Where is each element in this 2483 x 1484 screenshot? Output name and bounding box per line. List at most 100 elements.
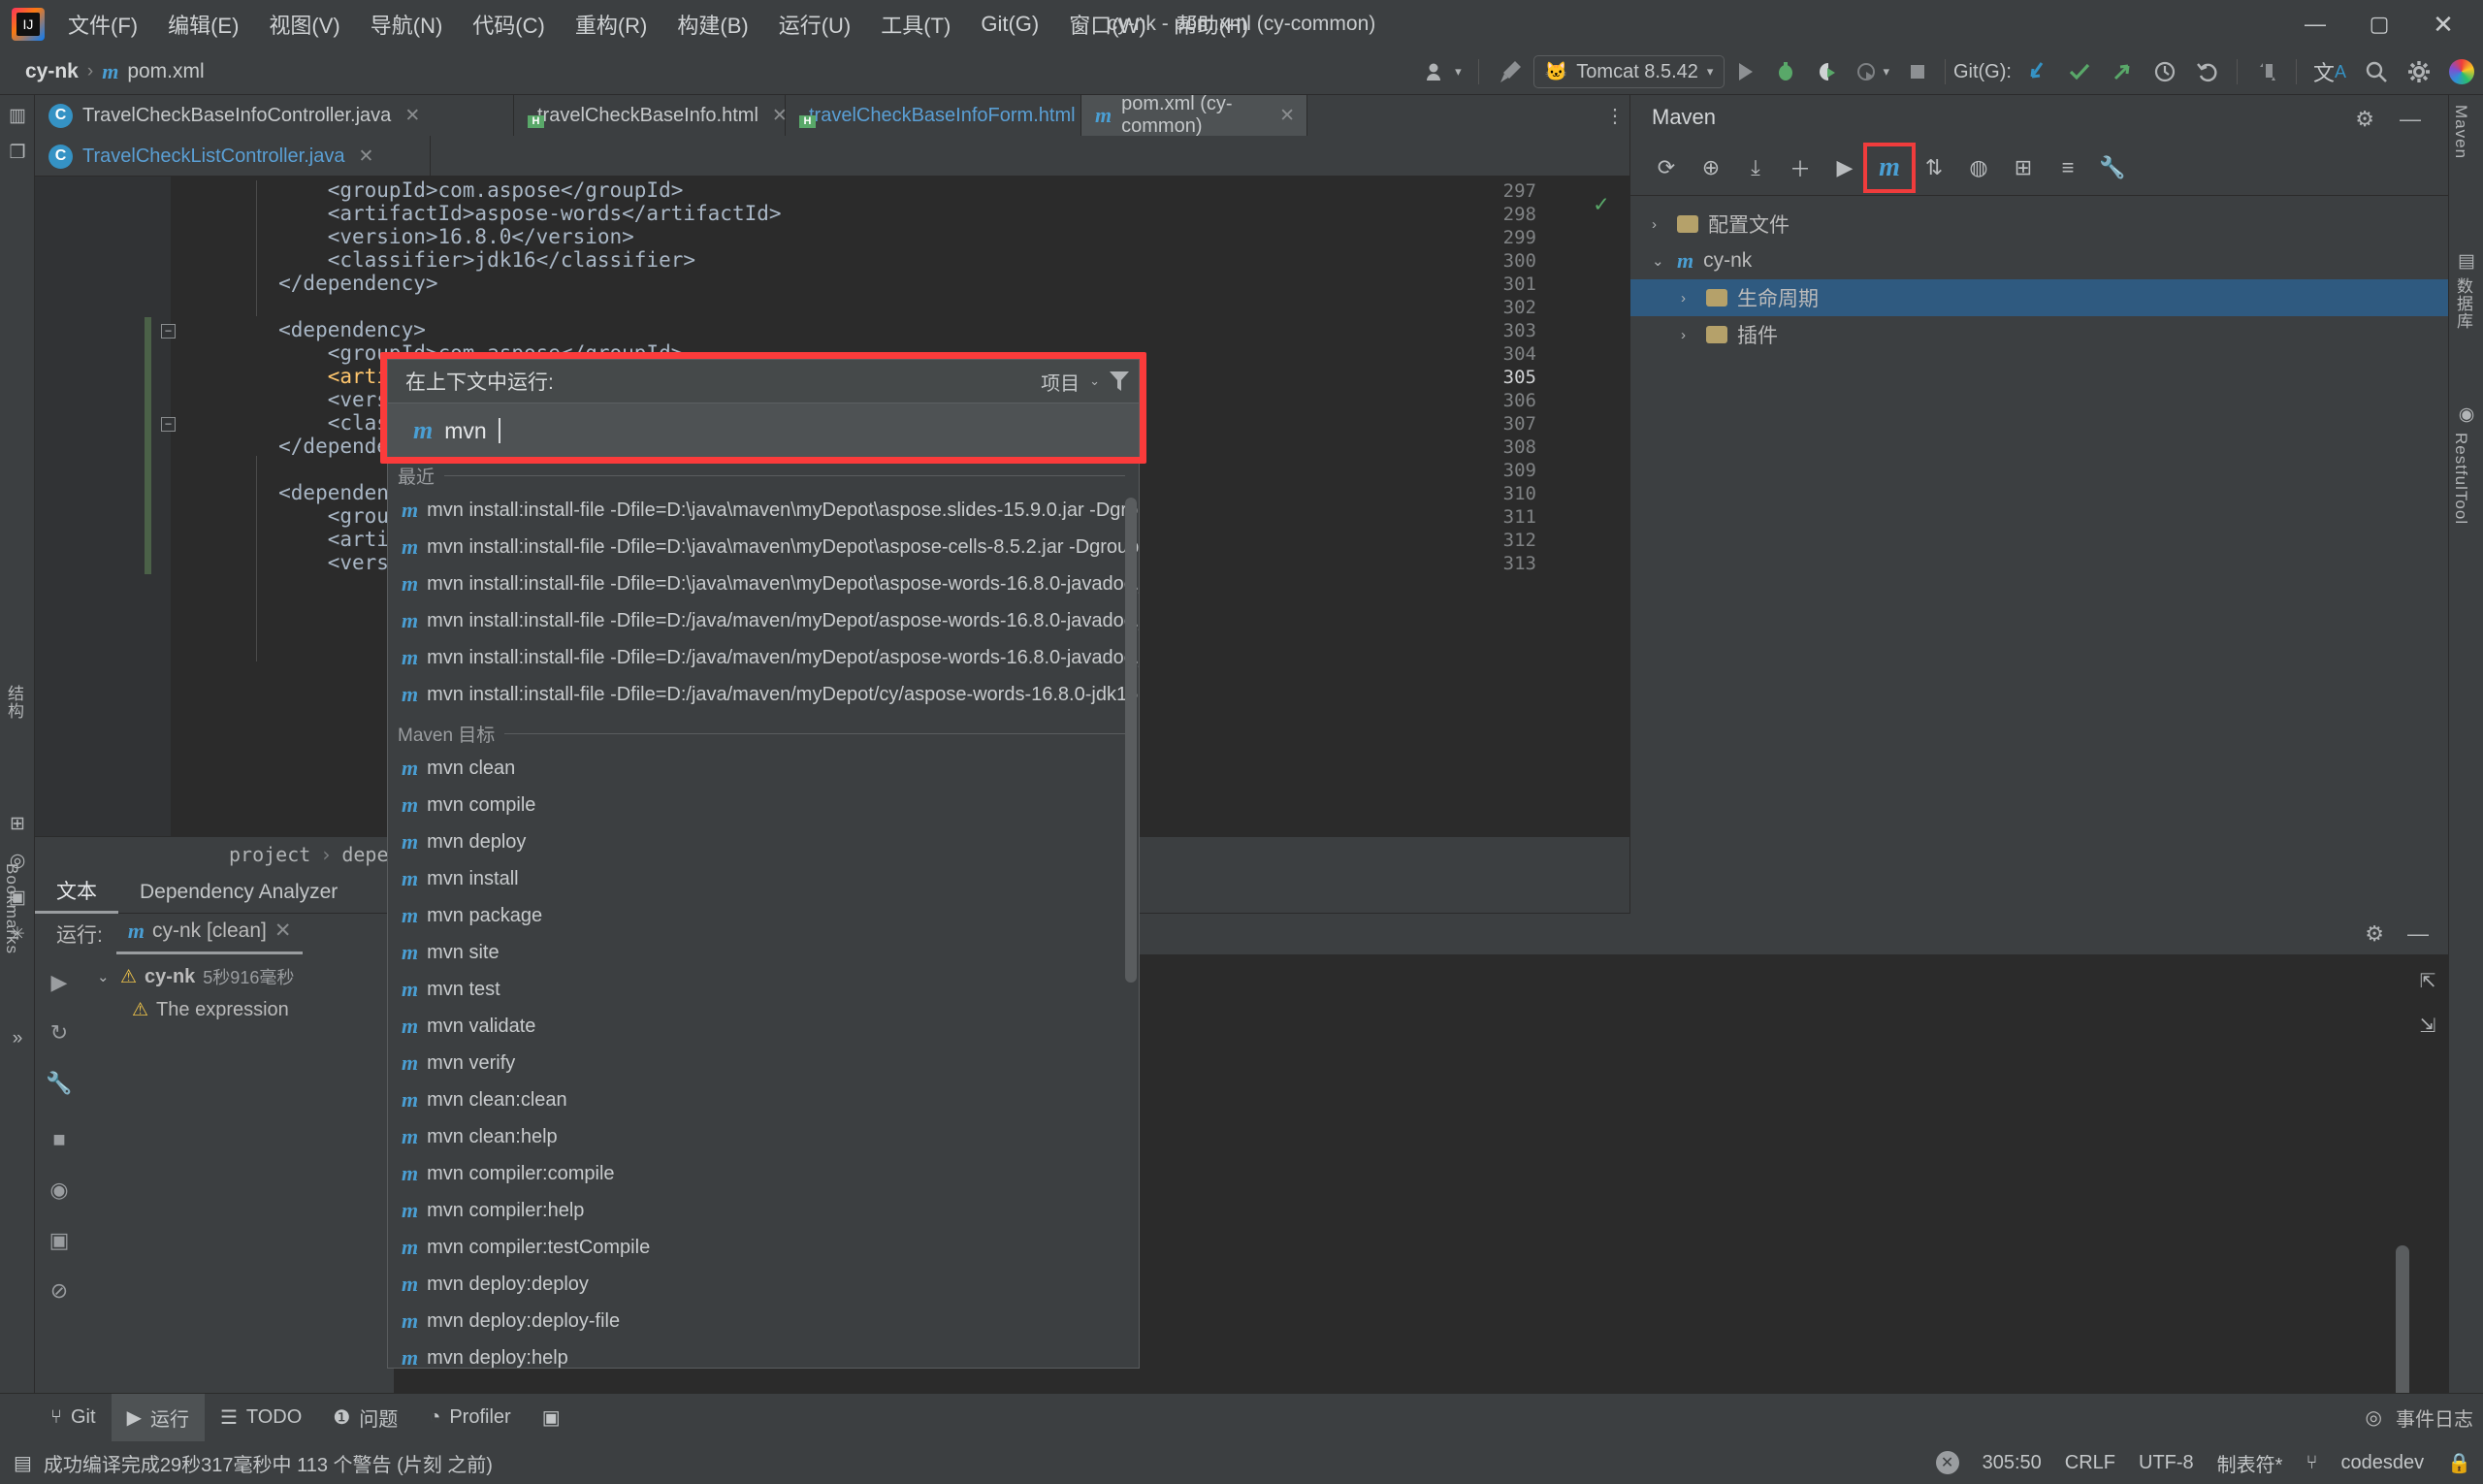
list-item[interactable]: m mvn install:install-file -Dfile=D:/java… [388,639,1139,676]
rerun-play-icon[interactable]: ▶ [51,970,68,995]
list-item[interactable]: m mvn site [388,934,1139,971]
inspection-error-icon[interactable]: ✕ [1935,1451,1959,1474]
list-item[interactable]: m mvn test [388,971,1139,1008]
run-button[interactable] [1725,48,1765,95]
editor-tab-travelcheckbaseinfo-html[interactable]: H travelCheckBaseInfo.html ✕ [514,95,788,136]
git-rollback-icon[interactable] [2186,48,2229,95]
editor-tab-pom-xml[interactable]: m pom.xml (cy-common) ✕ [1081,93,1307,137]
sidebar-item-structure[interactable]: 结构 [2,685,26,720]
menu-item-code[interactable]: 代码(C) [468,5,549,44]
tree-row-child[interactable]: ⚠ The expression [97,999,394,1021]
editor-tab-travelchecklistcontroller[interactable]: C TravelCheckListController.java ✕ [35,136,431,177]
compare-icon[interactable] [2245,48,2288,95]
download-sources-icon[interactable]: ⤓ [1733,146,1778,189]
event-log-label[interactable]: 事件日志 [2396,1403,2473,1432]
list-item[interactable]: m mvn deploy:help [388,1339,1139,1368]
file-encoding[interactable]: UTF-8 [2139,1452,2194,1474]
run-settings-gear-icon[interactable]: ⚙ [2365,921,2384,947]
close-tab-icon[interactable]: ✕ [404,105,420,127]
git-update-icon[interactable] [2015,48,2058,95]
bottom-tool-bar[interactable]: ⑂ Git ▶ 运行 ☰ TODO ❶ 问题 ◔ Profiler ▣ ◎ 事件… [0,1393,2483,1442]
collapse-all-icon[interactable]: ≡ [2046,146,2090,189]
close-tab-icon[interactable]: ✕ [358,145,373,168]
console-scrollbar[interactable] [2396,954,2409,1484]
fold-marker-icon[interactable]: − [161,324,176,339]
git-history-icon[interactable] [2144,48,2186,95]
bottom-tab-todo[interactable]: ☰ TODO [205,1394,317,1442]
breadcrumb-file[interactable]: pom.xml [127,60,204,83]
maven-tree-row-plugins[interactable]: › 插件 [1630,316,2448,353]
line-separator[interactable]: CRLF [2065,1452,2115,1474]
window-controls[interactable]: — ▢ ✕ [2283,0,2475,48]
indent-setting[interactable]: 制表符* [2217,1449,2283,1477]
chevron-down-icon[interactable]: ⌄ [1652,252,1667,270]
editor-tab-travelcheckbaseinfoform-html[interactable]: H travelCheckBaseInfoForm.html ✕ [786,95,1104,136]
list-item[interactable]: m mvn package [388,897,1139,934]
status-bar-right[interactable]: ✕ 305:50 CRLF UTF-8 制表符* ⑂ codesdev 🔒 [1935,1449,2471,1477]
close-run-tab-icon[interactable]: ✕ [274,919,292,943]
chevron-right-icon[interactable]: › [1652,216,1667,233]
commit-tool-icon[interactable]: ❐ [7,142,28,163]
sidebar-item-restfultool[interactable]: RestfulTool [2451,433,2470,525]
maven-minimize-icon[interactable]: — [2400,107,2421,132]
project-tool-icon[interactable]: ▥ [7,105,28,126]
breadcrumb-project[interactable]: cy-nk [25,60,79,83]
list-item[interactable]: m mvn clean [388,750,1139,787]
run-anything-input[interactable]: m mvn [388,403,1139,459]
generate-sources-icon[interactable]: ⊕ [1689,146,1733,189]
right-tool-strip[interactable]: Maven ▤ 数据库 ◉ RestfulTool [2448,95,2483,1408]
run-anything-popup[interactable]: 在上下文中运行: 项目 ⌄ m mvn [387,359,1140,460]
run-configuration-selector[interactable]: 🐱 Tomcat 8.5.42 ▾ [1532,55,1725,88]
expand-all-icon[interactable]: ⊞ [2001,146,2046,189]
bottom-bar-right[interactable]: ◎ 事件日志 [2366,1403,2473,1432]
bottom-tab-terminal[interactable]: ▣ [527,1394,576,1442]
minimize-button[interactable]: — [2283,0,2347,48]
fold-marker-icon[interactable]: − [161,417,176,432]
list-item[interactable]: m mvn install:install-file -Dfile=D:\java… [388,565,1139,602]
tab-dependency-analyzer[interactable]: Dependency Analyzer [118,871,359,914]
maven-help-icon[interactable]: ◍ [1956,146,2001,189]
search-icon[interactable] [2355,48,2398,95]
list-item[interactable]: m mvn deploy [388,823,1139,860]
bottom-tab-git[interactable]: ⑂ Git [35,1394,112,1442]
editor-tab-overflow-icon[interactable]: ⋮ [1600,95,1629,136]
breadcrumb[interactable]: cy-nk › m pom.xml [25,59,205,84]
sidebar-item-bookmarks[interactable]: Bookmarks [2,863,21,954]
maximize-button[interactable]: ▢ [2347,0,2411,48]
more-tools-icon[interactable]: » [7,1028,28,1049]
list-item[interactable]: m mvn install:install-file -Dfile=D:/java… [388,676,1139,713]
maven-project-tree[interactable]: › 配置文件 ⌄ m cy-nk › 生命周期 › 插件 [1630,196,2448,353]
tree-row-root[interactable]: ⌄ ⚠ cy-nk 5秒916毫秒 [97,964,394,989]
menu-item-help[interactable]: 帮助(H) [1173,5,1253,44]
run-settings-wrench-icon[interactable]: 🔧 [46,1071,72,1096]
list-item[interactable]: m mvn compiler:testCompile [388,1229,1139,1266]
list-item[interactable]: m mvn compiler:help [388,1192,1139,1229]
run-result-tree[interactable]: ⌄ ⚠ cy-nk 5秒916毫秒 ⚠ The expression [83,954,394,1408]
menu-bar[interactable]: 文件(F) 编辑(E) 视图(V) 导航(N) 代码(C) 重构(R) 构建(B… [64,5,1252,44]
stop-icon[interactable]: ■ [52,1127,65,1152]
status-bar[interactable]: ▤ 成功编译完成29秒317毫秒中 113 个警告 (片刻 之前) ✕ 305:… [0,1441,2483,1484]
restfultool-icon[interactable]: ◉ [2456,403,2477,425]
editor-tab-bar-row2[interactable]: C TravelCheckListController.java ✕ [35,136,1629,177]
chevron-down-icon[interactable]: ⌄ [97,968,113,985]
structure-icon[interactable]: ⊞ [7,813,28,834]
chevron-right-icon[interactable]: › [1681,290,1696,306]
run-maven-build-icon[interactable]: ▶ [1822,146,1867,189]
git-commit-icon[interactable] [2058,48,2101,95]
sidebar-item-maven[interactable]: Maven [2451,105,2470,159]
menu-item-refactor[interactable]: 重构(R) [571,5,652,44]
run-toolbar[interactable]: ▶ ↻ 🔧 ■ ◉ ▣ ⊘ [35,954,83,1408]
user-account-icon[interactable]: ▾ [1417,48,1470,95]
maven-settings-gear-icon[interactable]: ⚙ [2355,107,2374,132]
list-item[interactable]: m mvn clean:help [388,1118,1139,1155]
print-icon[interactable]: ▣ [49,1228,70,1253]
list-item[interactable]: m mvn install:install-file -Dfile=D:\java… [388,492,1139,529]
menu-item-git[interactable]: Git(G) [977,8,1043,41]
suggestions-scrollbar[interactable] [1125,498,1137,983]
list-item[interactable]: m mvn install:install-file -Dfile=D:/java… [388,602,1139,639]
list-item[interactable]: m mvn compiler:compile [388,1155,1139,1192]
maven-settings-wrench-icon[interactable]: 🔧 [2090,146,2135,189]
scroll-to-top-icon[interactable]: ⇱ [2413,966,2442,995]
list-item[interactable]: m mvn clean:clean [388,1081,1139,1118]
menu-item-edit[interactable]: 编辑(E) [164,5,242,44]
